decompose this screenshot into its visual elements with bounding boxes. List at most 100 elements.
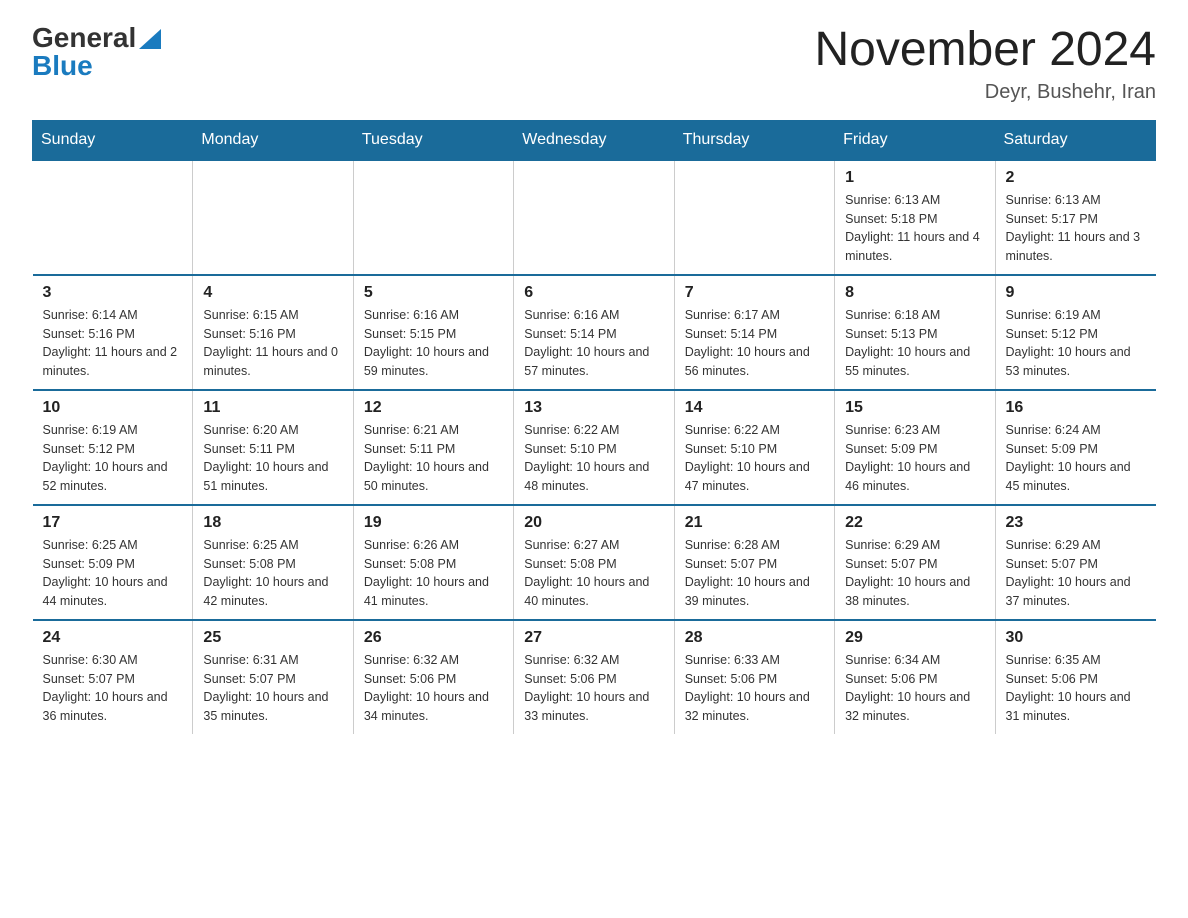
calendar-day-18: 18 Sunrise: 6:25 AMSunset: 5:08 PMDayligh… xyxy=(193,505,353,620)
calendar-day-23: 23Sunrise: 6:29 AMSunset: 5:07 PMDayligh… xyxy=(995,505,1155,620)
calendar-day-10: 10 Sunrise: 6:19 AMSunset: 5:12 PMDayligh… xyxy=(33,390,193,505)
calendar-week-row: 10 Sunrise: 6:19 AMSunset: 5:12 PMDayligh… xyxy=(33,390,1156,505)
weekday-header-row: SundayMondayTuesdayWednesdayThursdayFrid… xyxy=(33,120,1156,160)
day-info: Sunrise: 6:31 AMSunset: 5:07 PMDaylight:… xyxy=(203,651,342,726)
day-number: 3 xyxy=(43,284,183,302)
day-info: Sunrise: 6:18 AMSunset: 5:13 PMDaylight:… xyxy=(845,306,984,381)
day-info: Sunrise: 6:15 AMSunset: 5:16 PMDaylight:… xyxy=(203,306,342,381)
day-number: 21 xyxy=(685,514,824,532)
calendar-day-3: 3 Sunrise: 6:14 AMSunset: 5:16 PMDaylight… xyxy=(33,275,193,390)
calendar-empty-cell xyxy=(193,160,353,275)
day-number: 7 xyxy=(685,284,824,302)
day-number: 30 xyxy=(1006,629,1146,647)
calendar-empty-cell xyxy=(353,160,513,275)
day-number: 19 xyxy=(364,514,503,532)
day-info: Sunrise: 6:35 AMSunset: 5:06 PMDaylight:… xyxy=(1006,651,1146,726)
calendar-day-20: 20Sunrise: 6:27 AMSunset: 5:08 PMDayligh… xyxy=(514,505,674,620)
weekday-header-friday: Friday xyxy=(835,120,995,160)
calendar-day-21: 21 Sunrise: 6:28 AMSunset: 5:07 PMDayligh… xyxy=(674,505,834,620)
day-number: 25 xyxy=(203,629,342,647)
page-header: General Blue November 2024 Deyr, Bushehr… xyxy=(32,24,1156,104)
day-number: 13 xyxy=(524,399,663,417)
day-info: Sunrise: 6:34 AMSunset: 5:06 PMDaylight:… xyxy=(845,651,984,726)
calendar-day-13: 13 Sunrise: 6:22 AMSunset: 5:10 PMDayligh… xyxy=(514,390,674,505)
day-info: Sunrise: 6:14 AMSunset: 5:16 PMDaylight:… xyxy=(43,306,183,381)
calendar-empty-cell xyxy=(33,160,193,275)
day-info: Sunrise: 6:13 AMSunset: 5:18 PMDaylight:… xyxy=(845,191,984,266)
weekday-header-saturday: Saturday xyxy=(995,120,1155,160)
day-number: 10 xyxy=(43,399,183,417)
calendar-day-1: 1 Sunrise: 6:13 AMSunset: 5:18 PMDaylight… xyxy=(835,160,995,275)
day-number: 4 xyxy=(203,284,342,302)
calendar-day-26: 26 Sunrise: 6:32 AMSunset: 5:06 PMDayligh… xyxy=(353,620,513,734)
day-info: Sunrise: 6:21 AMSunset: 5:11 PMDaylight:… xyxy=(364,421,503,496)
calendar-empty-cell xyxy=(514,160,674,275)
calendar-day-16: 16 Sunrise: 6:24 AMSunset: 5:09 PMDayligh… xyxy=(995,390,1155,505)
day-number: 16 xyxy=(1006,399,1146,417)
day-number: 9 xyxy=(1006,284,1146,302)
calendar-empty-cell xyxy=(674,160,834,275)
month-title: November 2024 xyxy=(814,24,1156,77)
day-number: 8 xyxy=(845,284,984,302)
weekday-header-sunday: Sunday xyxy=(33,120,193,160)
calendar-day-11: 11 Sunrise: 6:20 AMSunset: 5:11 PMDayligh… xyxy=(193,390,353,505)
day-info: Sunrise: 6:16 AMSunset: 5:15 PMDaylight:… xyxy=(364,306,503,381)
calendar-day-27: 27Sunrise: 6:32 AMSunset: 5:06 PMDayligh… xyxy=(514,620,674,734)
day-number: 17 xyxy=(43,514,183,532)
day-info: Sunrise: 6:22 AMSunset: 5:10 PMDaylight:… xyxy=(685,421,824,496)
weekday-header-tuesday: Tuesday xyxy=(353,120,513,160)
calendar-table: SundayMondayTuesdayWednesdayThursdayFrid… xyxy=(32,120,1156,734)
calendar-day-12: 12 Sunrise: 6:21 AMSunset: 5:11 PMDayligh… xyxy=(353,390,513,505)
day-number: 15 xyxy=(845,399,984,417)
day-number: 14 xyxy=(685,399,824,417)
day-info: Sunrise: 6:29 AMSunset: 5:07 PMDaylight:… xyxy=(845,536,984,611)
day-info: Sunrise: 6:23 AMSunset: 5:09 PMDaylight:… xyxy=(845,421,984,496)
calendar-day-5: 5 Sunrise: 6:16 AMSunset: 5:15 PMDaylight… xyxy=(353,275,513,390)
day-info: Sunrise: 6:24 AMSunset: 5:09 PMDaylight:… xyxy=(1006,421,1146,496)
calendar-day-22: 22 Sunrise: 6:29 AMSunset: 5:07 PMDayligh… xyxy=(835,505,995,620)
day-number: 23 xyxy=(1006,514,1146,532)
location: Deyr, Bushehr, Iran xyxy=(814,81,1156,104)
weekday-header-monday: Monday xyxy=(193,120,353,160)
calendar-day-15: 15 Sunrise: 6:23 AMSunset: 5:09 PMDayligh… xyxy=(835,390,995,505)
day-number: 11 xyxy=(203,399,342,417)
day-info: Sunrise: 6:17 AMSunset: 5:14 PMDaylight:… xyxy=(685,306,824,381)
calendar-day-29: 29 Sunrise: 6:34 AMSunset: 5:06 PMDayligh… xyxy=(835,620,995,734)
day-info: Sunrise: 6:28 AMSunset: 5:07 PMDaylight:… xyxy=(685,536,824,611)
calendar-day-19: 19Sunrise: 6:26 AMSunset: 5:08 PMDayligh… xyxy=(353,505,513,620)
weekday-header-thursday: Thursday xyxy=(674,120,834,160)
day-number: 24 xyxy=(43,629,183,647)
calendar-day-4: 4 Sunrise: 6:15 AMSunset: 5:16 PMDaylight… xyxy=(193,275,353,390)
calendar-day-24: 24 Sunrise: 6:30 AMSunset: 5:07 PMDayligh… xyxy=(33,620,193,734)
day-info: Sunrise: 6:19 AMSunset: 5:12 PMDaylight:… xyxy=(1006,306,1146,381)
day-info: Sunrise: 6:22 AMSunset: 5:10 PMDaylight:… xyxy=(524,421,663,496)
calendar-day-14: 14 Sunrise: 6:22 AMSunset: 5:10 PMDayligh… xyxy=(674,390,834,505)
calendar-day-28: 28Sunrise: 6:33 AMSunset: 5:06 PMDayligh… xyxy=(674,620,834,734)
day-number: 22 xyxy=(845,514,984,532)
day-info: Sunrise: 6:13 AMSunset: 5:17 PMDaylight:… xyxy=(1006,191,1146,266)
day-number: 6 xyxy=(524,284,663,302)
day-number: 29 xyxy=(845,629,984,647)
calendar-day-2: 2 Sunrise: 6:13 AMSunset: 5:17 PMDaylight… xyxy=(995,160,1155,275)
day-number: 27 xyxy=(524,629,663,647)
day-number: 5 xyxy=(364,284,503,302)
calendar-day-7: 7 Sunrise: 6:17 AMSunset: 5:14 PMDaylight… xyxy=(674,275,834,390)
calendar-day-25: 25 Sunrise: 6:31 AMSunset: 5:07 PMDayligh… xyxy=(193,620,353,734)
calendar-week-row: 24 Sunrise: 6:30 AMSunset: 5:07 PMDayligh… xyxy=(33,620,1156,734)
day-number: 26 xyxy=(364,629,503,647)
logo-text-blue: Blue xyxy=(32,50,93,81)
day-number: 2 xyxy=(1006,169,1146,187)
day-info: Sunrise: 6:25 AMSunset: 5:08 PMDaylight:… xyxy=(203,536,342,611)
day-info: Sunrise: 6:30 AMSunset: 5:07 PMDaylight:… xyxy=(43,651,183,726)
day-info: Sunrise: 6:19 AMSunset: 5:12 PMDaylight:… xyxy=(43,421,183,496)
calendar-day-17: 17Sunrise: 6:25 AMSunset: 5:09 PMDayligh… xyxy=(33,505,193,620)
day-number: 18 xyxy=(203,514,342,532)
day-info: Sunrise: 6:33 AMSunset: 5:06 PMDaylight:… xyxy=(685,651,824,726)
day-number: 1 xyxy=(845,169,984,187)
calendar-week-row: 1 Sunrise: 6:13 AMSunset: 5:18 PMDaylight… xyxy=(33,160,1156,275)
calendar-week-row: 17Sunrise: 6:25 AMSunset: 5:09 PMDayligh… xyxy=(33,505,1156,620)
calendar-day-30: 30 Sunrise: 6:35 AMSunset: 5:06 PMDayligh… xyxy=(995,620,1155,734)
day-info: Sunrise: 6:32 AMSunset: 5:06 PMDaylight:… xyxy=(364,651,503,726)
day-info: Sunrise: 6:20 AMSunset: 5:11 PMDaylight:… xyxy=(203,421,342,496)
day-number: 12 xyxy=(364,399,503,417)
